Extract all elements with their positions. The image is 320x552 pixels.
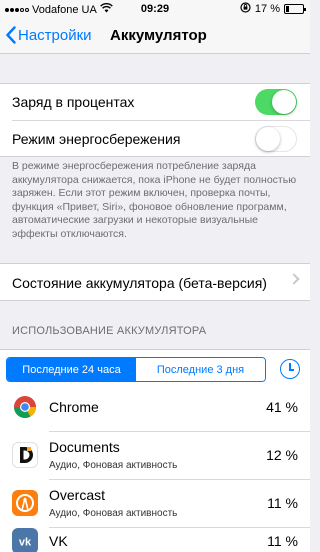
app-name: Documents [49,439,120,455]
segment-last-3-days[interactable]: Последние 3 дня [136,358,265,381]
toggle-knob [256,127,280,151]
settings-group: Заряд в процентах Режим энергосбережения [0,83,310,157]
svg-text:vk: vk [19,537,32,549]
back-button-label: Настройки [18,26,92,44]
status-right: 17 % [240,2,306,16]
segment-last-24-hours[interactable]: Последние 24 часа [7,358,136,381]
back-button[interactable]: Настройки [6,26,92,44]
app-name: Chrome [49,399,99,415]
battery-fill [286,6,289,12]
battery-icon [284,4,306,14]
app-row-documents[interactable]: Documents Аудио, Фоновая активность 12 % [0,432,310,480]
app-percent: 11 % [267,495,298,511]
battery-percentage-toggle[interactable] [255,89,297,115]
app-percent: 41 % [266,399,298,415]
documents-icon [12,442,38,468]
chevron-left-icon [6,26,16,44]
vk-icon: vk [12,528,38,552]
app-row-chrome[interactable]: Chrome 41 % [0,384,310,432]
low-power-mode-toggle[interactable] [255,126,297,152]
clock-icon[interactable] [280,359,300,379]
battery-percentage-label: Заряд в процентах [12,94,135,110]
battery-percentage-row: Заряд в процентах [0,84,310,120]
status-bar: Vodafone UA 09:29 17 % [0,0,310,18]
app-percent: 12 % [266,447,298,463]
navigation-bar: Настройки Аккумулятор [0,18,310,54]
battery-percent: 17 % [254,3,280,15]
app-row-vk[interactable]: vk VK 11 % [0,518,310,552]
low-power-mode-row: Режим энергосбережения [0,121,310,157]
app-activity: Аудио, Фоновая активность [49,460,178,471]
rotation-lock-icon [240,2,251,16]
low-power-mode-label: Режим энергосбережения [12,131,181,147]
time-range-segmented-control: Последние 24 часа Последние 3 дня [6,357,266,382]
app-name: VK [49,533,68,549]
battery-health-label: Состояние аккумулятора (бета-версия) [12,275,267,291]
battery-usage-header: ИСПОЛЬЗОВАНИЕ АККУМУЛЯТОРА [12,325,207,337]
chevron-right-icon [288,273,300,285]
battery-health-row[interactable]: Состояние аккумулятора (бета-версия) [0,263,310,301]
low-power-mode-description: В режиме энергосбережения потребление за… [12,160,297,240]
overcast-icon [12,490,38,516]
toggle-knob [272,90,296,114]
app-percent: 11 % [267,533,298,549]
app-name: Overcast [49,487,106,503]
chrome-icon [12,394,38,420]
page-title: Аккумулятор [110,27,207,44]
